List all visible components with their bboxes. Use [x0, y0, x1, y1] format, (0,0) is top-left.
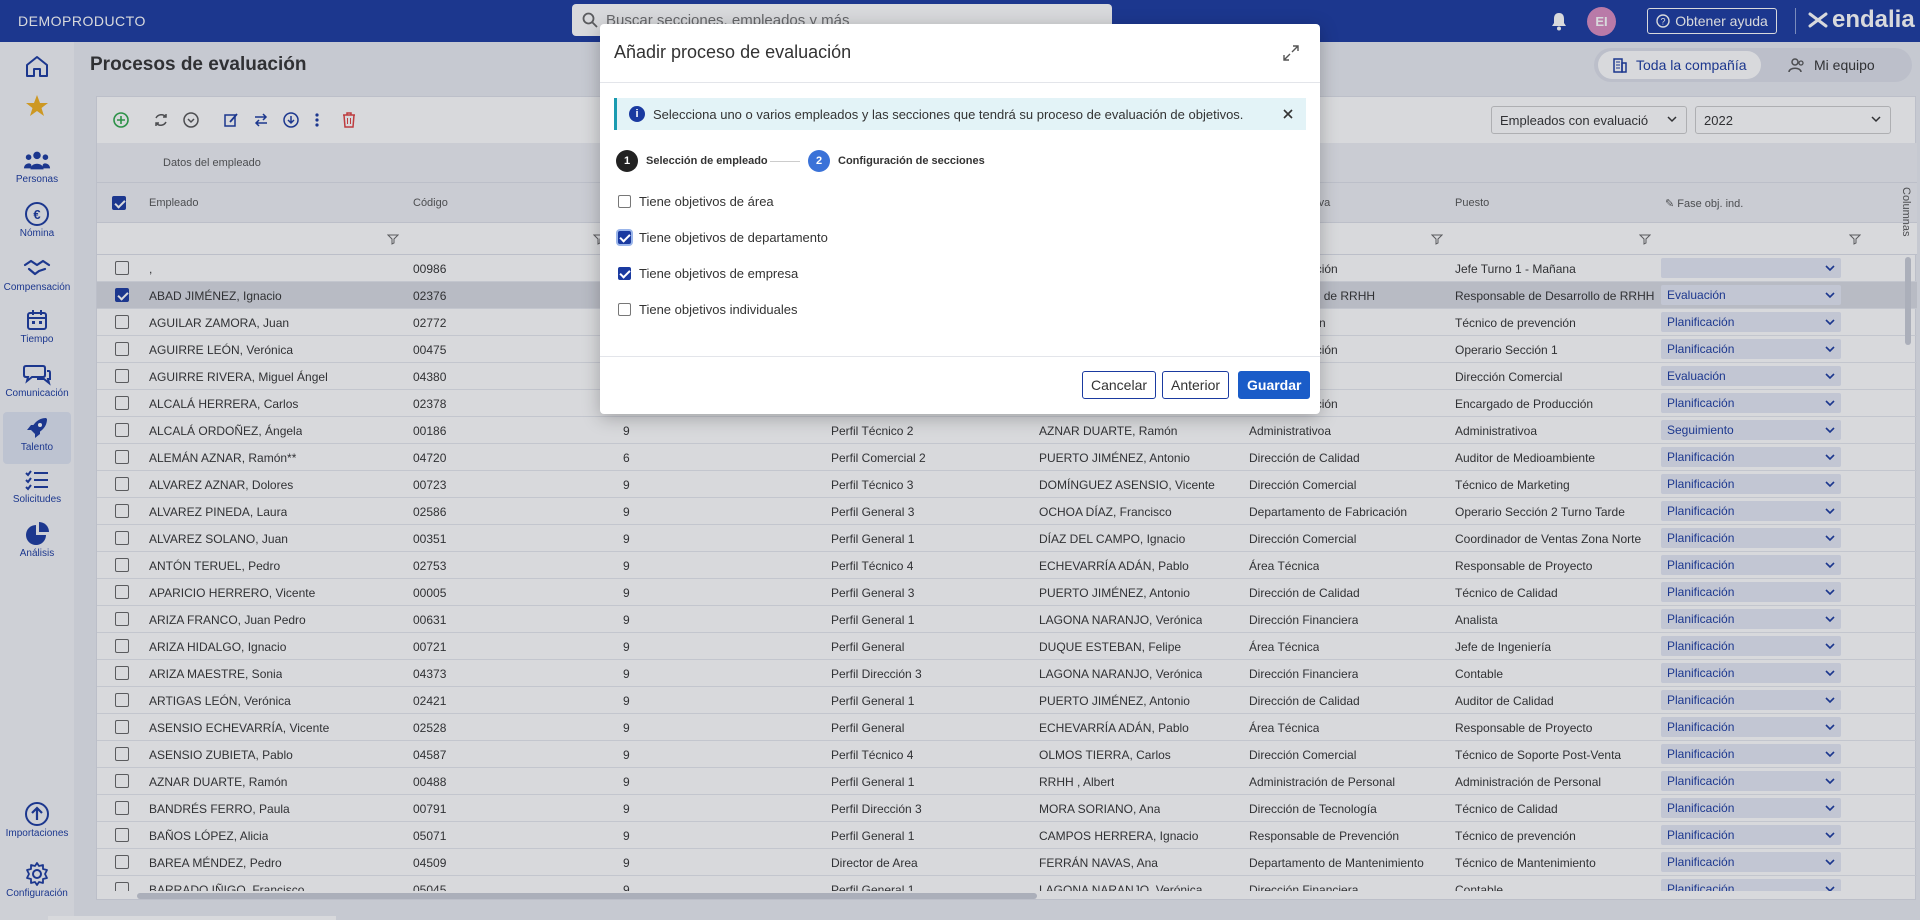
- individual-objectives-checkbox[interactable]: [618, 303, 631, 316]
- area-objectives-checkbox[interactable]: [618, 195, 631, 208]
- info-banner: i Selecciona uno o varios empleados y la…: [614, 98, 1306, 130]
- step-number: 1: [616, 150, 638, 172]
- option-department-objectives[interactable]: Tiene objetivos de departamento: [618, 230, 828, 245]
- company-objectives-checkbox[interactable]: [618, 267, 631, 280]
- option-individual-objectives[interactable]: Tiene objetivos individuales: [618, 302, 798, 317]
- modal-title: Añadir proceso de evaluación: [614, 42, 852, 62]
- previous-button[interactable]: Anterior: [1162, 371, 1230, 399]
- close-icon[interactable]: [1280, 106, 1296, 122]
- option-area-objectives[interactable]: Tiene objetivos de área: [618, 194, 774, 209]
- step-label: Selección de empleado: [646, 155, 768, 167]
- step-number: 2: [808, 150, 830, 172]
- info-text: Selecciona uno o varios empleados y las …: [653, 106, 1244, 122]
- expand-icon[interactable]: [1282, 44, 1300, 62]
- department-objectives-checkbox[interactable]: [618, 231, 631, 244]
- option-company-objectives[interactable]: Tiene objetivos de empresa: [618, 266, 798, 281]
- add-evaluation-modal: Añadir proceso de evaluación i Seleccion…: [600, 24, 1320, 414]
- step-label: Configuración de secciones: [838, 155, 985, 167]
- step-connector: [770, 161, 800, 162]
- modal-backdrop[interactable]: Añadir proceso de evaluación i Seleccion…: [0, 0, 1920, 920]
- step-section-config[interactable]: 2 Configuración de secciones: [808, 150, 985, 172]
- cancel-button[interactable]: Cancelar: [1082, 371, 1157, 399]
- info-icon: i: [629, 106, 645, 122]
- save-button[interactable]: Guardar: [1238, 371, 1311, 399]
- step-employee-selection[interactable]: 1 Selección de empleado: [616, 150, 768, 172]
- modal-divider: [600, 82, 1320, 83]
- modal-footer-divider: [600, 356, 1320, 357]
